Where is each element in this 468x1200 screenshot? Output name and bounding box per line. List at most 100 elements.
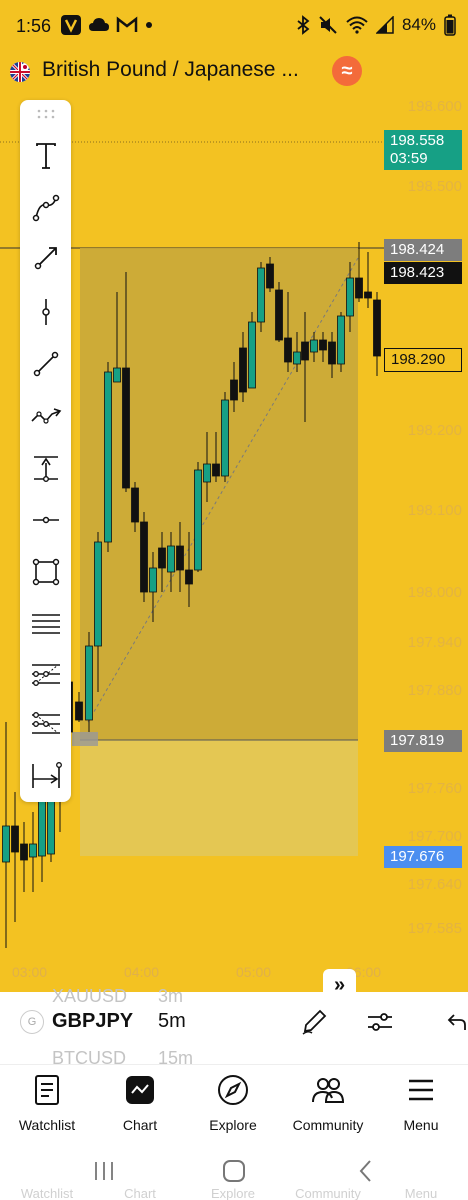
candle-down [301, 341, 309, 361]
settings-sliders-icon[interactable] [364, 1006, 396, 1038]
candle-down [131, 487, 139, 523]
candle-down [319, 339, 327, 351]
gmail-icon [116, 16, 138, 34]
toolbar-drag-handle-icon[interactable] [20, 102, 71, 126]
polyline-arrow-tool-icon[interactable] [20, 396, 71, 436]
measure-tool-icon[interactable] [20, 448, 71, 488]
trend-line-tool-icon[interactable] [20, 344, 71, 384]
chart-header: British Pound / Japanese ... ≈ [0, 52, 468, 92]
nav-item-explore[interactable]: Explore [188, 1073, 278, 1133]
selected-symbol-row[interactable]: G GBPJPY 5m [0, 1004, 468, 1044]
bluetooth-icon [296, 15, 310, 35]
price-tick: 197.940 [407, 634, 462, 651]
back-icon[interactable] [346, 1156, 386, 1186]
current-price-value: 198.558 [390, 132, 445, 149]
signal-icon [375, 16, 394, 34]
status-left-icons [60, 14, 154, 36]
status-right-icons: 84% [296, 14, 456, 36]
system-navigation-bar: Watchlist Chart Explore Community Menu [0, 1144, 468, 1200]
entry-price-badge: 197.819 [384, 730, 462, 752]
price-tick: 197.585 [407, 920, 462, 937]
nav-label-ghost: Explore [210, 1186, 256, 1200]
vertical-line-tool-icon[interactable] [20, 292, 71, 332]
date-range-tool-icon[interactable] [20, 756, 71, 796]
mute-icon [318, 15, 338, 35]
last-close-badge: 198.290 [384, 348, 462, 372]
candle-down [122, 367, 130, 489]
price-tick: 198.000 [407, 584, 462, 601]
stop-price-badge: 197.676 [384, 846, 462, 868]
parallel-lines-tool-icon[interactable] [20, 604, 71, 644]
candle-up [104, 371, 112, 543]
price-tick: 198.600 [407, 98, 462, 115]
indicator-icon[interactable]: ≈ [332, 56, 362, 86]
fib-fan-tool-icon[interactable] [20, 654, 71, 694]
nav-item-community[interactable]: Community [283, 1073, 373, 1133]
candle-countdown: 03:59 [390, 150, 428, 167]
horizontal-line-tool-icon[interactable] [20, 500, 71, 540]
high-line-badge: 198.424 [384, 239, 462, 261]
selected-symbol[interactable]: GBPJPY [52, 1010, 133, 1033]
fib-channel-tool-icon[interactable] [20, 704, 71, 744]
candle-down [212, 463, 220, 477]
nav-item-menu[interactable]: Menu [376, 1073, 466, 1133]
hamburger-menu-icon [376, 1073, 466, 1107]
candle-up [310, 339, 318, 353]
price-tick: 197.760 [407, 780, 462, 797]
time-tick: 03:00 [12, 964, 48, 980]
price-tick: 197.700 [407, 828, 462, 845]
compass-icon [188, 1073, 278, 1107]
entry-marker[interactable] [72, 732, 98, 746]
candle-up [85, 645, 93, 721]
candle-down [275, 289, 283, 341]
v-app-icon [60, 14, 82, 36]
drawing-toolbar [20, 100, 71, 802]
candle-up [221, 399, 229, 477]
drawing-pen-icon[interactable] [298, 1006, 330, 1038]
watchlist-icon [2, 1073, 92, 1107]
candle-up [346, 277, 354, 317]
candle-up [257, 267, 265, 323]
recent-apps-icon[interactable] [84, 1156, 124, 1186]
candle-down [328, 341, 336, 365]
nav-item-chart[interactable]: Chart [95, 1073, 185, 1133]
candle-down [284, 337, 292, 363]
price-tick: 198.100 [407, 502, 462, 519]
profit-zone[interactable] [80, 248, 358, 740]
undo-icon[interactable] [440, 1006, 468, 1038]
curve-tool-icon[interactable] [20, 188, 71, 228]
time-tick: 04:00 [124, 964, 160, 980]
home-icon[interactable] [214, 1156, 254, 1186]
wifi-icon [346, 16, 368, 34]
selected-interval[interactable]: 5m [158, 1010, 186, 1033]
candle-up [203, 463, 211, 483]
candle-up [94, 541, 102, 647]
candle-down [11, 825, 19, 853]
community-icon [283, 1073, 373, 1107]
candle-up [2, 825, 10, 863]
candle-down [230, 379, 238, 401]
candle-down [140, 521, 148, 593]
candle-down [75, 701, 83, 721]
nav-label: Community [292, 1117, 364, 1133]
text-tool-icon[interactable] [20, 136, 71, 176]
stop-loss-zone[interactable] [80, 740, 358, 856]
nav-item-watchlist[interactable]: Watchlist [2, 1073, 92, 1133]
arrow-line-tool-icon[interactable] [20, 238, 71, 278]
candle-up [248, 321, 256, 389]
nav-label-ghost: Watchlist [20, 1186, 74, 1200]
nav-label-ghost: Community [295, 1186, 361, 1200]
nav-label-ghost: Menu [404, 1186, 438, 1200]
symbol-title[interactable]: British Pound / Japanese ... [42, 58, 299, 82]
status-time: 1:56 [16, 16, 52, 36]
bottom-navigation: Watchlist Chart Explore Community Menu [0, 1064, 468, 1144]
candle-up [29, 843, 37, 858]
dot-icon [144, 20, 154, 30]
battery-icon [444, 14, 456, 36]
symbol-picker[interactable]: XAUUSD 3m G GBPJPY 5m BTCUSD 15m [0, 986, 468, 1068]
candle-down [176, 545, 184, 571]
candle-up [293, 351, 301, 365]
nav-label: Explore [209, 1117, 257, 1133]
rectangle-tool-icon[interactable] [20, 552, 71, 592]
gbp-jpy-flag-icon [10, 62, 30, 82]
